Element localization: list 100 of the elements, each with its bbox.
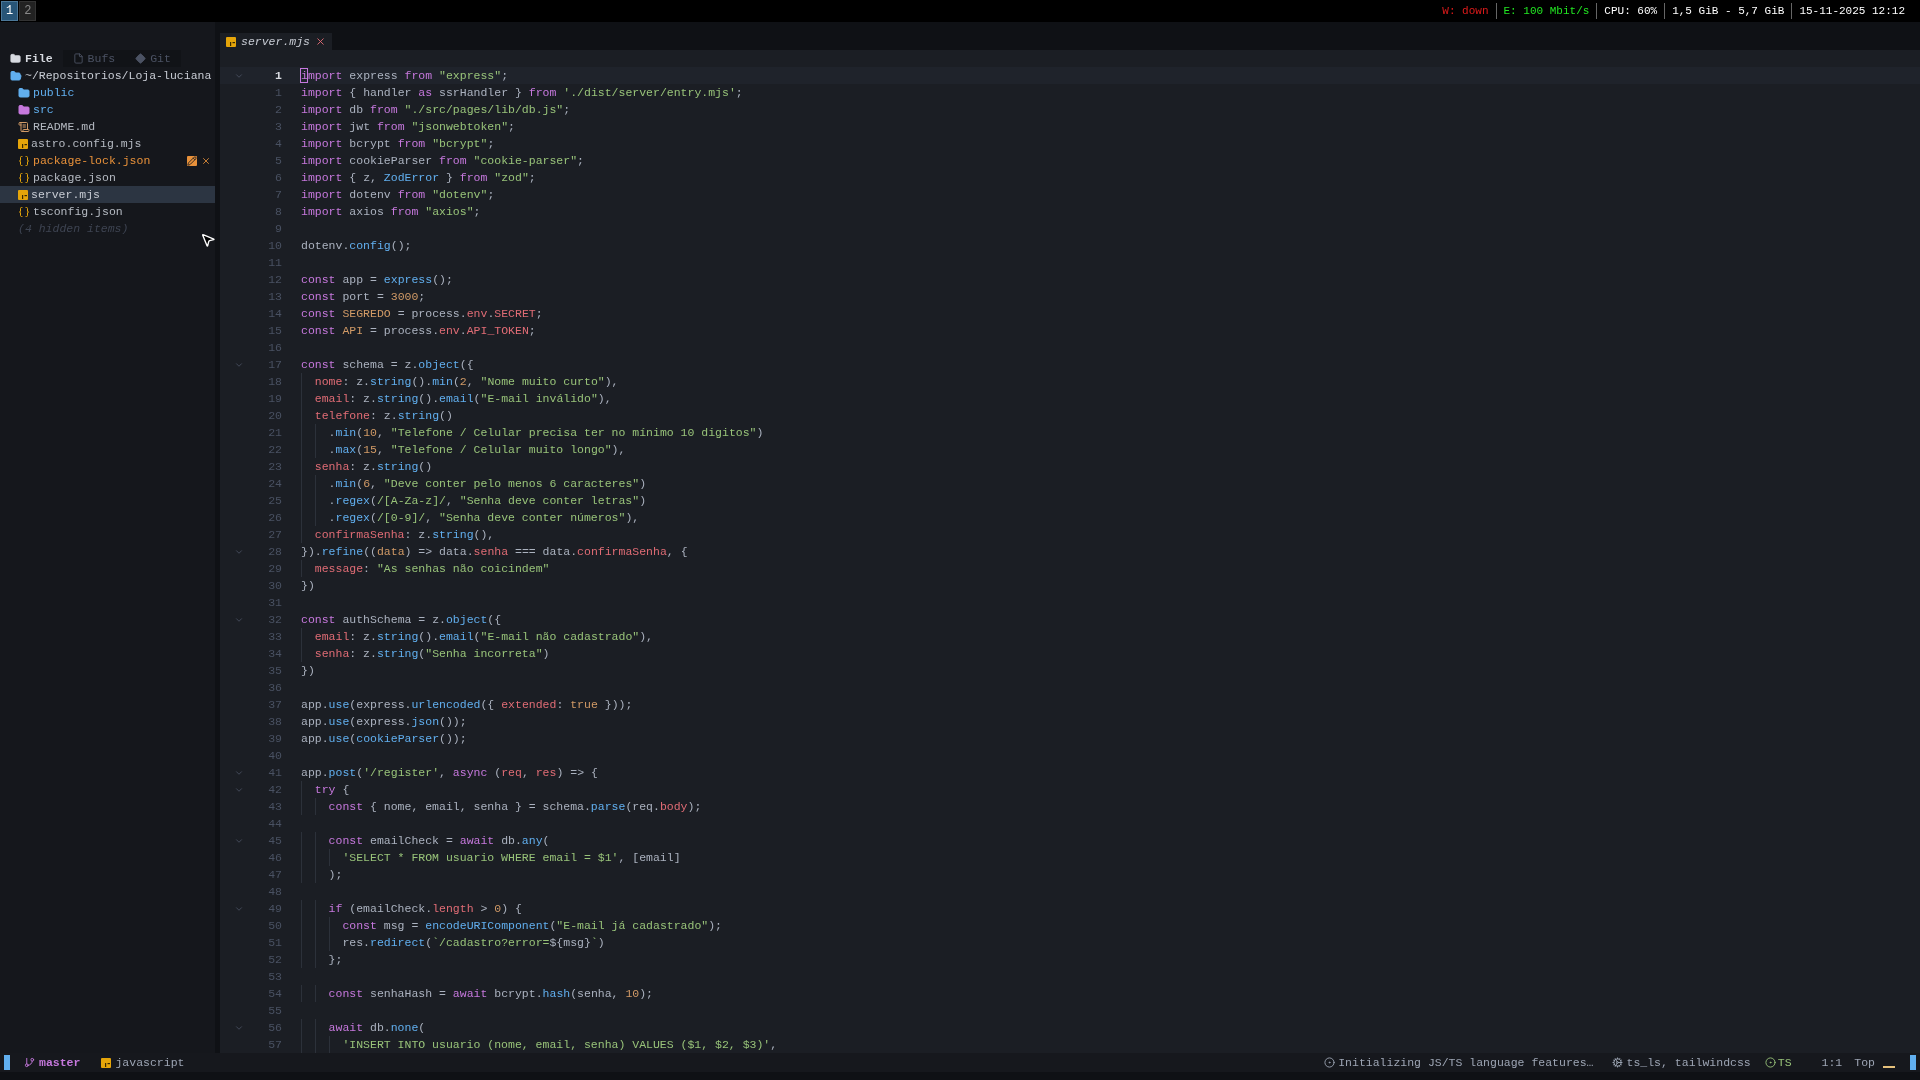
code-line: .max(15, "Telefone / Celular muito longo"),	[301, 441, 626, 458]
line-number: 55	[267, 1002, 282, 1019]
code-line: .regex(/[A-Za-z]/, "Senha deve conter letras")	[301, 492, 647, 509]
line-number: 48	[267, 883, 282, 900]
braces-icon	[18, 205, 30, 218]
code-line: import jwt from "jsonwebtoken";	[301, 118, 515, 135]
file-name: astro.config.mjs	[31, 135, 142, 152]
code-line: const app = express();	[301, 271, 453, 288]
workspace-tab[interactable]: 2	[19, 1, 37, 21]
line-number: 1	[274, 67, 282, 84]
line-number: 29	[267, 560, 282, 577]
line-number: 16	[267, 339, 282, 356]
progress-icon	[1324, 1057, 1336, 1068]
line-number: 14	[267, 305, 282, 322]
code-line: import { z, ZodError } from "zod";	[301, 169, 536, 186]
workspace-tab[interactable]: 1	[1, 1, 19, 21]
code-line: const API = process.env.API_TOKEN;	[301, 322, 536, 339]
file-name: tsconfig.json	[33, 203, 123, 220]
folder-icon	[10, 69, 22, 82]
file-icon	[72, 53, 84, 64]
code-line: import axios from "axios";	[301, 203, 481, 220]
line-number: 27	[267, 526, 282, 543]
branch-icon	[24, 1057, 35, 1068]
line-number: 53	[267, 968, 282, 985]
line-number: 31	[267, 594, 282, 611]
code-line: if (emailCheck.length > 0) {	[301, 900, 522, 917]
code-line: telefone: z.string()	[301, 407, 453, 424]
folder-icon	[18, 86, 30, 99]
folder-icon	[18, 103, 30, 116]
file-type: javascript	[115, 1054, 185, 1071]
code-line: nome: z.string().min(2, "Nome muito curto"),	[301, 373, 619, 390]
file-name: README.md	[33, 118, 96, 135]
file-type-icon	[18, 138, 28, 149]
code-line: const senhaHash = await bcrypt.hash(senha, 10);	[301, 985, 654, 1002]
file-tree-item[interactable]: server.mjs	[0, 186, 215, 203]
file-tree-item[interactable]: src	[0, 101, 215, 118]
editor-tab[interactable]: server.mjs	[220, 33, 332, 50]
line-number: 36	[267, 679, 282, 696]
line-number: 30	[267, 577, 282, 594]
code-line: const schema = z.object({	[301, 356, 474, 373]
file-tree-item[interactable]: README.md	[0, 118, 215, 135]
code-line: message: "As senhas não coicindem"	[301, 560, 550, 577]
braces-icon	[18, 154, 30, 167]
line-number: 54	[267, 985, 282, 1002]
code-line: }).refine((data) => data.senha === data.confirmaSenha, {	[301, 543, 688, 560]
line-number: 10	[267, 237, 282, 254]
line-number: 21	[267, 424, 282, 441]
line-number: 32	[267, 611, 282, 628]
line-number: 34	[267, 645, 282, 662]
code-line: };	[301, 951, 343, 968]
line-number: 28	[267, 543, 282, 560]
line-number: 51	[267, 934, 282, 951]
line-number: 44	[267, 815, 282, 832]
line-number: 33	[267, 628, 282, 645]
code-line: const authSchema = z.object({	[301, 611, 502, 628]
gear-icon	[1611, 1057, 1623, 1068]
code-line: .min(6, "Deve conter pelo menos 6 caracteres")	[301, 475, 647, 492]
line-number: 41	[267, 764, 282, 781]
code-line: app.use(express.urlencoded({ extended: true }));	[301, 696, 633, 713]
file-name: server.mjs	[31, 186, 100, 203]
code-line: import dotenv from "dotenv";	[301, 186, 495, 203]
line-number: 5	[274, 152, 282, 169]
folder-icon	[10, 53, 21, 64]
mode-indicator	[4, 1055, 10, 1070]
line-number: 4	[274, 135, 282, 152]
diagnostic-label: TS	[1777, 1054, 1792, 1071]
line-number: 1	[274, 84, 282, 101]
line-number: 24	[267, 475, 282, 492]
line-number: 42	[267, 781, 282, 798]
status-dot-icon	[1764, 1057, 1776, 1068]
file-tree-item[interactable]: public	[0, 84, 215, 101]
code-line: })	[301, 577, 315, 594]
file-tree-item[interactable]: package-lock.json	[0, 152, 215, 169]
code-line: res.redirect(`/cadastro?error=${msg}`)	[301, 934, 605, 951]
file-tree-item[interactable]: astro.config.mjs	[0, 135, 215, 152]
code-line: import cookieParser from "cookie-parser";	[301, 152, 584, 169]
line-number: 56	[267, 1019, 282, 1036]
code-line: const port = 3000;	[301, 288, 426, 305]
line-number: 46	[267, 849, 282, 866]
line-number: 22	[267, 441, 282, 458]
code-line: senha: z.string()	[301, 458, 433, 475]
code-line: try {	[301, 781, 350, 798]
line-number: 37	[267, 696, 282, 713]
file-tree-item[interactable]: package.json	[0, 169, 215, 186]
status-text: 1,5 GiB - 5,7 GiB	[1664, 2, 1792, 20]
close-icon[interactable]	[315, 36, 326, 47]
code-line: .regex(/[0-9]/, "Senha deve conter números"),	[301, 509, 640, 526]
code-line: const SEGREDO = process.env.SECRET;	[301, 305, 543, 322]
line-number: 47	[267, 866, 282, 883]
scroll-icon	[18, 120, 30, 133]
line-number: 2	[274, 101, 282, 118]
line-number: 12	[267, 271, 282, 288]
line-number: 52	[267, 951, 282, 968]
code-line: 'SELECT * FROM usuario WHERE email = $1', [email]	[301, 849, 681, 866]
code-line: confirmaSenha: z.string(),	[301, 526, 495, 543]
code-line: import bcrypt from "bcrypt";	[301, 135, 495, 152]
file-name: src	[33, 101, 54, 118]
close-icon[interactable]	[201, 155, 211, 166]
code-line: app.post('/register', async (req, res) => {	[301, 764, 598, 781]
file-tree-item[interactable]: tsconfig.json	[0, 203, 215, 220]
